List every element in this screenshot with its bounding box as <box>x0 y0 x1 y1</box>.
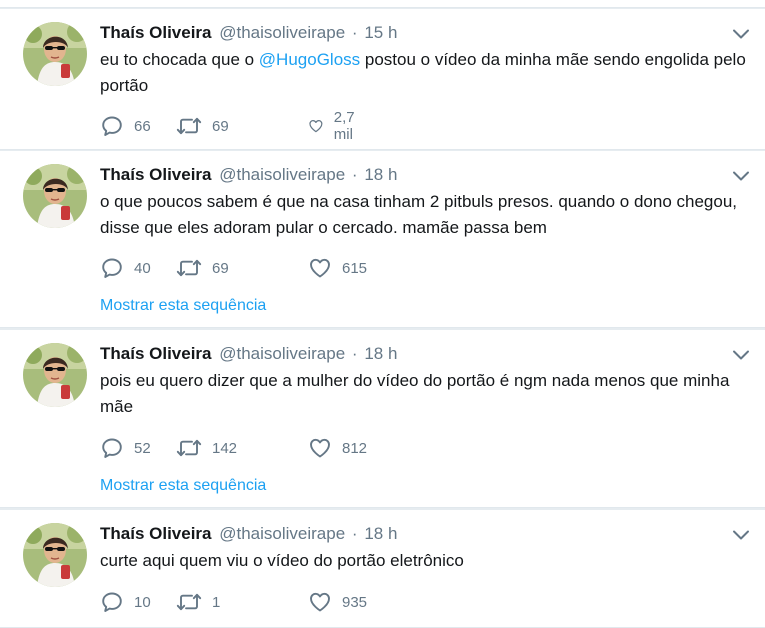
heart-icon <box>308 590 332 614</box>
reply-icon <box>100 114 124 138</box>
retweet-count: 142 <box>212 439 238 457</box>
reply-button[interactable]: 52 <box>100 436 151 460</box>
tweet-text: eu to chocada que o @HugoGloss postou o … <box>100 47 750 99</box>
reply-count: 52 <box>134 439 151 457</box>
timestamp[interactable]: 18 h <box>364 165 397 184</box>
reply-count: 10 <box>134 593 151 611</box>
separator-dot: · <box>351 524 358 543</box>
tweet-text: pois eu quero dizer que a mulher do víde… <box>100 371 730 416</box>
like-button[interactable]: 2,7 mil <box>308 109 363 143</box>
mention-link[interactable]: @HugoGloss <box>259 50 360 69</box>
timestamp[interactable]: 18 h <box>364 344 397 363</box>
avatar[interactable] <box>23 164 87 228</box>
reply-count: 66 <box>134 117 151 135</box>
tweet-text: curte aqui quem viu o vídeo do portão el… <box>100 551 464 570</box>
display-name[interactable]: Thaís Oliveira <box>100 23 212 42</box>
retweet-count: 69 <box>212 117 229 135</box>
show-thread-link[interactable]: Mostrar esta sequência <box>100 476 266 496</box>
display-name[interactable]: Thaís Oliveira <box>100 524 212 543</box>
like-button[interactable]: 615 <box>308 256 367 280</box>
tweet-header: Thaís Oliveira @thaisoliveirape · 18 h <box>100 343 397 365</box>
like-count: 615 <box>342 259 368 277</box>
retweet-button[interactable]: 142 <box>176 436 237 460</box>
username[interactable]: @thaisoliveirape <box>219 344 345 363</box>
avatar[interactable] <box>23 343 87 407</box>
reply-button[interactable]: 66 <box>100 114 151 138</box>
chevron-down-icon[interactable] <box>732 27 750 41</box>
reply-icon <box>100 590 124 614</box>
reply-icon <box>100 436 124 460</box>
retweet-button[interactable]: 69 <box>176 256 229 280</box>
reply-count: 40 <box>134 259 151 277</box>
retweet-count: 69 <box>212 259 229 277</box>
like-button[interactable]: 935 <box>308 590 367 614</box>
retweet-count: 1 <box>212 593 221 611</box>
tweet-timeline: Thaís Oliveira @thaisoliveirape · 15 h e… <box>0 0 765 628</box>
display-name[interactable]: Thaís Oliveira <box>100 344 212 363</box>
timestamp[interactable]: 15 h <box>364 23 397 42</box>
reply-button[interactable]: 10 <box>100 590 151 614</box>
tweet-card[interactable]: Thaís Oliveira @thaisoliveirape · 18 h c… <box>0 510 765 628</box>
tweet-text-part: eu to chocada que o <box>100 50 259 69</box>
tweet-header: Thaís Oliveira @thaisoliveirape · 18 h <box>100 523 397 545</box>
chevron-down-icon[interactable] <box>732 528 750 542</box>
display-name[interactable]: Thaís Oliveira <box>100 165 212 184</box>
like-count: 2,7 mil <box>333 109 355 143</box>
heart-icon <box>308 436 332 460</box>
username[interactable]: @thaisoliveirape <box>219 165 345 184</box>
tweet-card[interactable]: Thaís Oliveira @thaisoliveirape · 18 h p… <box>0 330 765 508</box>
avatar[interactable] <box>23 523 87 587</box>
separator-dot: · <box>351 165 358 184</box>
separator-dot: · <box>351 23 358 42</box>
like-count: 812 <box>342 439 368 457</box>
timestamp[interactable]: 18 h <box>364 524 397 543</box>
show-thread-link[interactable]: Mostrar esta sequência <box>100 296 266 316</box>
retweet-button[interactable]: 69 <box>176 114 229 138</box>
username[interactable]: @thaisoliveirape <box>219 524 345 543</box>
tweet-text: o que poucos sabem é que na casa tinham … <box>100 192 738 237</box>
chevron-down-icon[interactable] <box>732 348 750 362</box>
retweet-icon <box>176 590 202 614</box>
retweet-icon <box>176 256 202 280</box>
previous-tweet-edge <box>0 0 765 8</box>
tweet-header: Thaís Oliveira @thaisoliveirape · 15 h <box>100 22 397 44</box>
like-button[interactable]: 812 <box>308 436 367 460</box>
username[interactable]: @thaisoliveirape <box>219 23 345 42</box>
separator-dot: · <box>351 344 358 363</box>
reply-button[interactable]: 40 <box>100 256 151 280</box>
retweet-button[interactable]: 1 <box>176 590 220 614</box>
chevron-down-icon[interactable] <box>732 169 750 183</box>
like-count: 935 <box>342 593 368 611</box>
heart-icon <box>308 256 332 280</box>
tweet-card[interactable]: Thaís Oliveira @thaisoliveirape · 18 h o… <box>0 151 765 328</box>
avatar[interactable] <box>23 22 87 86</box>
heart-icon <box>308 114 324 138</box>
retweet-icon <box>176 114 202 138</box>
reply-icon <box>100 256 124 280</box>
retweet-icon <box>176 436 202 460</box>
tweet-header: Thaís Oliveira @thaisoliveirape · 18 h <box>100 164 397 186</box>
tweet-card[interactable]: Thaís Oliveira @thaisoliveirape · 15 h e… <box>0 9 765 150</box>
